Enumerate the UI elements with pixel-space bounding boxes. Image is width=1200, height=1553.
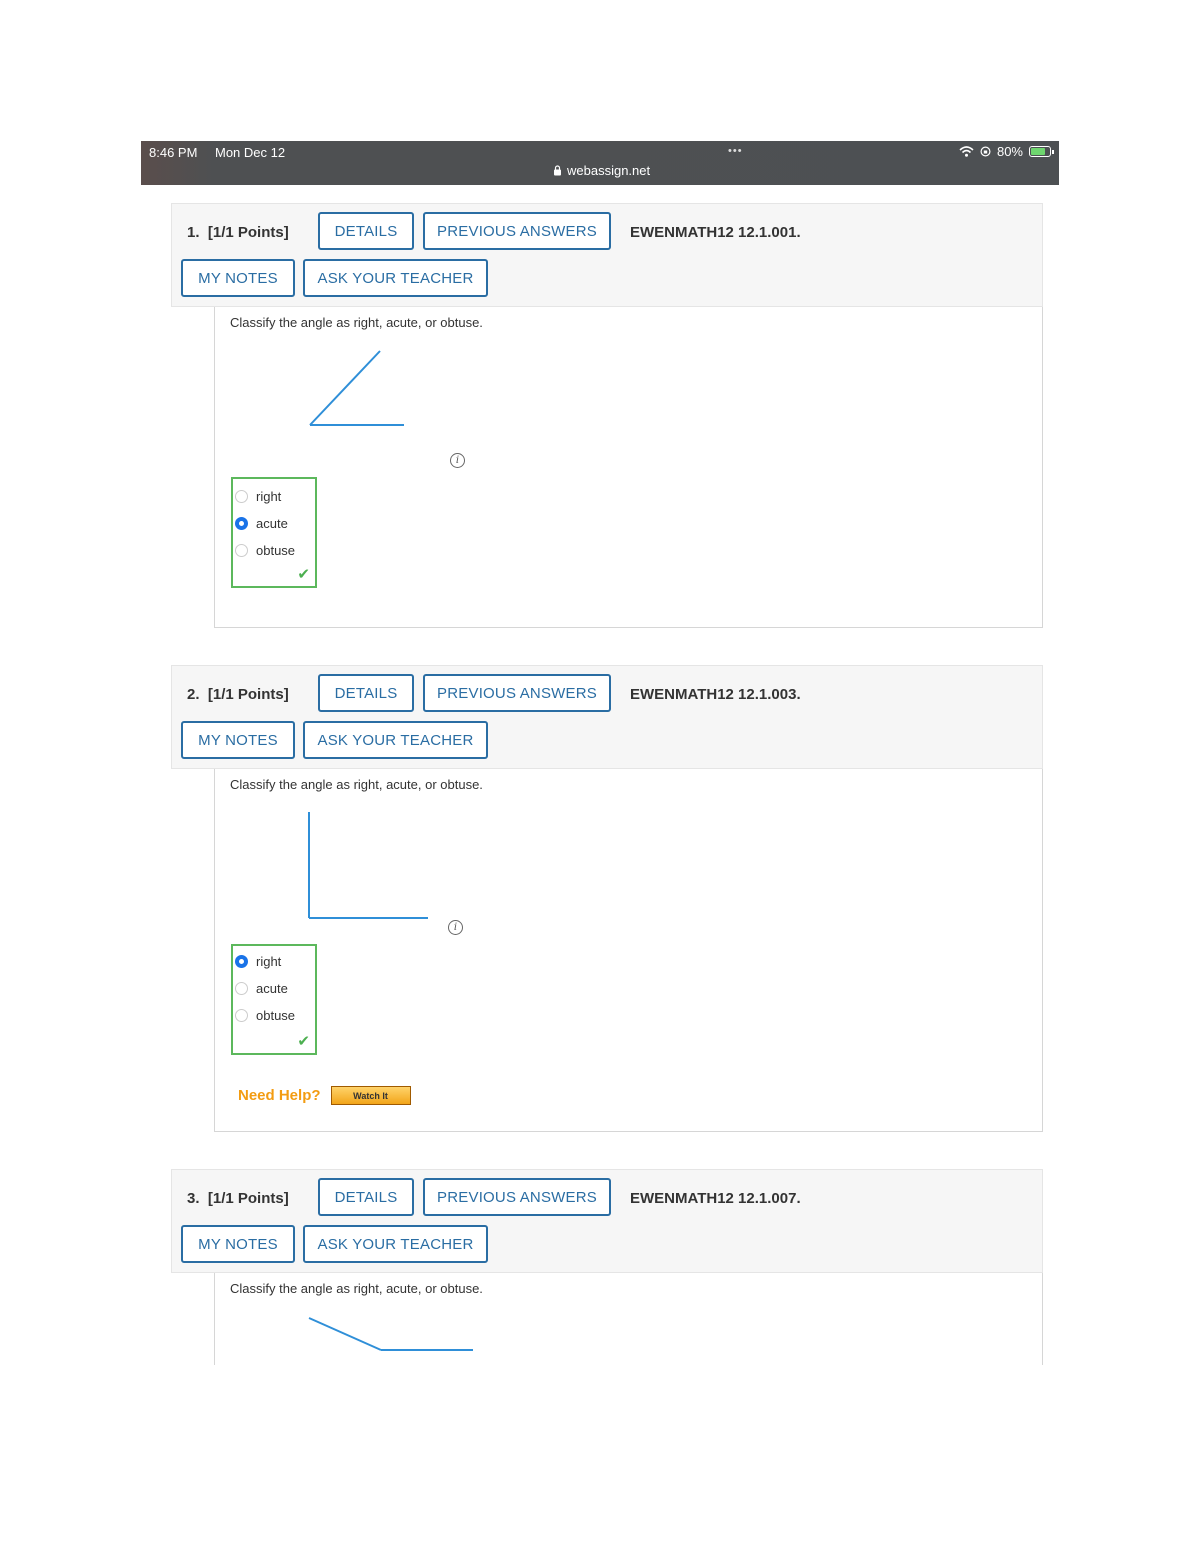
battery-percent: 80%	[996, 144, 1023, 159]
question-code: EWENMATH12 12.1.001.	[630, 224, 801, 241]
points-label: [1/1 Points]	[207, 1190, 289, 1207]
question-number: 2.	[187, 686, 200, 703]
previous-answers-button[interactable]: PREVIOUS ANSWERS	[423, 212, 611, 250]
choice-right[interactable]: right	[235, 489, 281, 504]
question-header: 2. [1/1 Points] DETAILS PREVIOUS ANSWERS…	[171, 665, 1043, 769]
details-button[interactable]: DETAILS	[318, 674, 414, 712]
status-date: Mon Dec 12	[215, 145, 286, 160]
watch-it-button[interactable]: Watch It	[330, 1086, 411, 1105]
radio-button[interactable]	[235, 1009, 248, 1022]
question-body: Classify the angle as right, acute, or o…	[214, 1273, 1043, 1365]
radio-button-selected[interactable]	[235, 955, 248, 968]
details-button[interactable]: DETAILS	[318, 212, 414, 250]
answer-choices: right acute obtuse ✔	[231, 944, 317, 1055]
checkmark-icon: ✔	[297, 566, 310, 583]
radio-button-selected[interactable]	[235, 517, 248, 530]
angle-figure	[308, 812, 428, 919]
angle-ray-diagonal	[309, 350, 381, 426]
question-code: EWENMATH12 12.1.003.	[630, 686, 801, 703]
question-points: 2. [1/1 Points]	[187, 686, 289, 703]
points-label: [1/1 Points]	[207, 224, 289, 241]
ask-your-teacher-button[interactable]: ASK YOUR TEACHER	[303, 1225, 488, 1263]
url-text: webassign.net	[567, 163, 651, 178]
status-bar: 8:46 PM Mon Dec 12 ••• webassign.net 80%	[141, 141, 1059, 185]
lock-icon	[554, 165, 561, 176]
question-body: Classify the angle as right, acute, or o…	[214, 769, 1043, 1132]
choice-acute[interactable]: acute	[235, 981, 288, 996]
need-help-label: Need Help?	[238, 1087, 321, 1104]
question-body: Classify the angle as right, acute, or o…	[214, 307, 1043, 628]
checkmark-icon: ✔	[297, 1033, 310, 1050]
points-label: [1/1 Points]	[207, 686, 289, 703]
more-icon[interactable]: •••	[728, 145, 743, 157]
ask-your-teacher-button[interactable]: ASK YOUR TEACHER	[303, 721, 488, 759]
my-notes-button[interactable]: MY NOTES	[181, 721, 295, 759]
answer-choices: right acute obtuse ✔	[231, 477, 317, 588]
info-icon[interactable]: i	[448, 920, 463, 935]
question-points: 3. [1/1 Points]	[187, 1190, 289, 1207]
question-header: 3. [1/1 Points] DETAILS PREVIOUS ANSWERS…	[171, 1169, 1043, 1273]
ask-your-teacher-button[interactable]: ASK YOUR TEACHER	[303, 259, 488, 297]
need-help-section: Need Help? Watch It	[238, 1086, 411, 1105]
previous-answers-button[interactable]: PREVIOUS ANSWERS	[423, 1178, 611, 1216]
radio-button[interactable]	[235, 982, 248, 995]
wifi-icon	[959, 146, 974, 157]
angle-figure	[308, 1317, 473, 1351]
info-icon[interactable]: i	[450, 453, 465, 468]
choice-acute[interactable]: acute	[235, 516, 288, 531]
previous-answers-button[interactable]: PREVIOUS ANSWERS	[423, 674, 611, 712]
choice-label: right	[256, 954, 282, 969]
choice-label: right	[256, 489, 282, 504]
angle-figure	[309, 350, 404, 426]
choice-right[interactable]: right	[235, 954, 281, 969]
choice-obtuse[interactable]: obtuse	[235, 543, 295, 558]
choice-label: obtuse	[256, 1008, 296, 1023]
angle-ray-diagonal	[308, 1317, 382, 1351]
details-button[interactable]: DETAILS	[318, 1178, 414, 1216]
radio-button[interactable]	[235, 544, 248, 557]
my-notes-button[interactable]: MY NOTES	[181, 1225, 295, 1263]
question-header: 1. [1/1 Points] DETAILS PREVIOUS ANSWERS…	[171, 203, 1043, 307]
status-indicators: 80%	[959, 144, 1054, 159]
question-points: 1. [1/1 Points]	[187, 224, 289, 241]
choice-obtuse[interactable]: obtuse	[235, 1008, 295, 1023]
battery-icon	[1029, 146, 1054, 157]
radio-button[interactable]	[235, 490, 248, 503]
question-number: 1.	[187, 224, 200, 241]
choice-label: acute	[256, 516, 288, 531]
my-notes-button[interactable]: MY NOTES	[181, 259, 295, 297]
choice-label: acute	[256, 981, 288, 996]
question-number: 3.	[187, 1190, 200, 1207]
orientation-lock-icon	[980, 146, 991, 157]
question-code: EWENMATH12 12.1.007.	[630, 1190, 801, 1207]
choice-label: obtuse	[256, 543, 296, 558]
status-time: 8:46 PM	[149, 145, 198, 160]
